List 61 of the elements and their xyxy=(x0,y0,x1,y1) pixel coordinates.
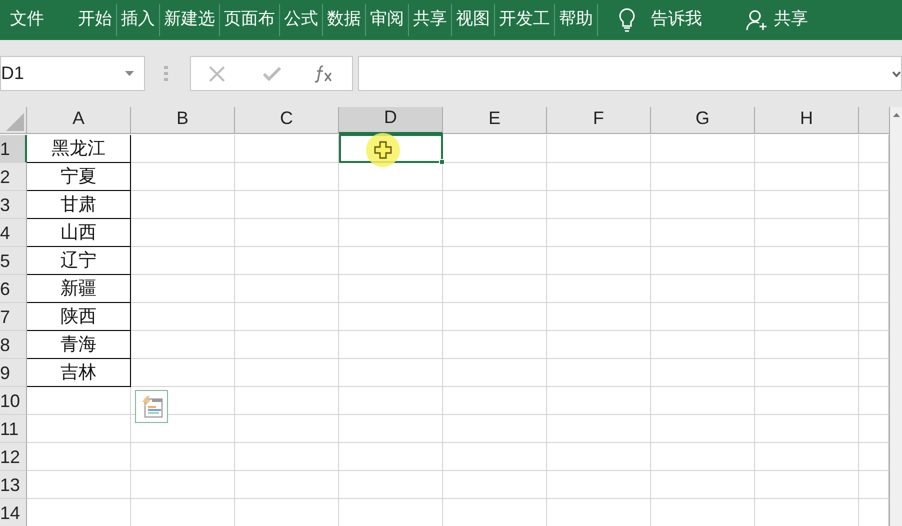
table-cell: 山西 xyxy=(27,219,131,247)
ribbon-tab[interactable]: 新建选 xyxy=(159,4,219,36)
row-header[interactable]: 12 xyxy=(0,443,27,471)
ribbon-tab[interactable]: 视图 xyxy=(451,4,494,36)
dropdown-caret-icon[interactable] xyxy=(125,71,134,76)
share-button[interactable]: 共享 xyxy=(774,7,808,33)
function-icon[interactable] xyxy=(314,64,334,82)
row-header[interactable]: 5 xyxy=(0,247,27,275)
table-cell: 陕西 xyxy=(27,303,131,331)
ribbon-tab[interactable]: 开发工 xyxy=(494,4,554,36)
ribbon-tab[interactable]: 共享 xyxy=(408,4,451,36)
column-header[interactable]: D xyxy=(339,107,443,134)
quick-analysis-icon xyxy=(140,396,162,418)
column-header[interactable]: G xyxy=(651,107,755,134)
row-header[interactable]: 9 xyxy=(0,359,27,387)
tell-me-search[interactable]: 告诉我 xyxy=(651,7,702,33)
ribbon-tab[interactable]: 开始 xyxy=(74,4,116,36)
row-header[interactable]: 6 xyxy=(0,275,27,303)
column-header[interactable]: C xyxy=(235,107,339,134)
column-header[interactable]: E xyxy=(443,107,547,134)
row-header[interactable]: 7 xyxy=(0,303,27,331)
triangle-icon xyxy=(6,113,24,131)
row-header[interactable]: 14 xyxy=(0,499,27,526)
lightbulb-icon[interactable] xyxy=(619,8,635,32)
name-box[interactable]: D1 xyxy=(0,56,145,91)
table-cell: 青海 xyxy=(27,331,131,359)
cursor-highlight-icon xyxy=(366,133,400,167)
table-cell: 吉林 xyxy=(27,359,131,387)
row-header[interactable]: 1 xyxy=(0,135,27,163)
person-add-icon[interactable] xyxy=(746,9,768,31)
check-icon[interactable] xyxy=(263,66,281,80)
column-header[interactable]: A xyxy=(27,107,131,134)
quick-analysis-button[interactable] xyxy=(135,390,168,423)
ribbon-tab[interactable]: 帮助 xyxy=(554,4,597,36)
grip-dots-icon xyxy=(164,66,168,82)
vertical-scrollbar[interactable] xyxy=(889,107,902,526)
table-cell: 黑龙江 xyxy=(27,135,131,163)
fill-handle[interactable] xyxy=(439,159,445,165)
ribbon-tab[interactable]: 文件 xyxy=(0,4,74,36)
ribbon-tab[interactable]: 插入 xyxy=(116,4,159,36)
formula-input[interactable] xyxy=(358,56,902,91)
row-header[interactable]: 2 xyxy=(0,163,27,191)
row-header[interactable]: 8 xyxy=(0,331,27,359)
column-header[interactable]: F xyxy=(547,107,651,134)
row-header[interactable]: 4 xyxy=(0,219,27,247)
expand-chevron-icon[interactable] xyxy=(892,70,901,76)
column-header[interactable]: H xyxy=(755,107,859,134)
ribbon-tab[interactable]: 数据 xyxy=(322,4,365,36)
ribbon-tab[interactable]: 审阅 xyxy=(365,4,408,36)
row-header[interactable]: 13 xyxy=(0,471,27,499)
table-cell: 宁夏 xyxy=(27,163,131,191)
row-header[interactable]: 3 xyxy=(0,191,27,219)
column-header[interactable]: B xyxy=(131,107,235,134)
ribbon-tab[interactable]: 页面布 xyxy=(219,4,279,36)
row-header[interactable]: 11 xyxy=(0,415,27,443)
row-header[interactable]: 10 xyxy=(0,387,27,415)
ribbon-tab[interactable]: 公式 xyxy=(279,4,322,36)
table-cell: 甘肃 xyxy=(27,191,131,219)
scroll-up-icon[interactable] xyxy=(892,113,900,117)
table-cell: 辽宁 xyxy=(27,247,131,275)
table-cell: 新疆 xyxy=(27,275,131,303)
